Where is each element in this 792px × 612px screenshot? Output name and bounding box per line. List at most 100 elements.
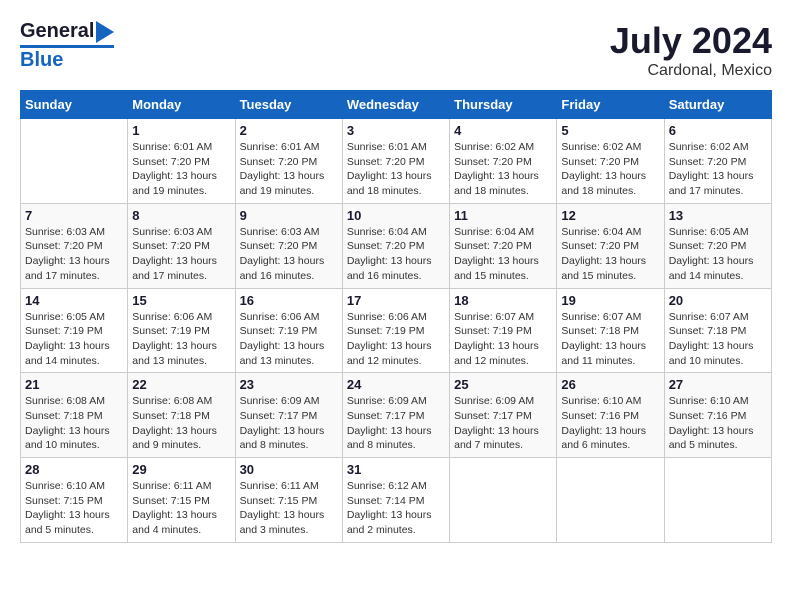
day-number: 8: [132, 208, 230, 223]
day-number: 23: [240, 377, 338, 392]
day-number: 5: [561, 123, 659, 138]
calendar-day-cell: [664, 458, 771, 543]
day-number: 4: [454, 123, 552, 138]
day-info: Sunrise: 6:01 AM Sunset: 7:20 PM Dayligh…: [347, 140, 445, 199]
day-info: Sunrise: 6:02 AM Sunset: 7:20 PM Dayligh…: [454, 140, 552, 199]
day-info: Sunrise: 6:06 AM Sunset: 7:19 PM Dayligh…: [347, 310, 445, 369]
day-info: Sunrise: 6:04 AM Sunset: 7:20 PM Dayligh…: [561, 225, 659, 284]
calendar-day-cell: 6 Sunrise: 6:02 AM Sunset: 7:20 PM Daylig…: [664, 119, 771, 204]
calendar-day-cell: [450, 458, 557, 543]
calendar-day-cell: 29 Sunrise: 6:11 AM Sunset: 7:15 PM Dayli…: [128, 458, 235, 543]
day-number: 24: [347, 377, 445, 392]
calendar-day-cell: 18 Sunrise: 6:07 AM Sunset: 7:19 PM Dayli…: [450, 288, 557, 373]
day-info: Sunrise: 6:04 AM Sunset: 7:20 PM Dayligh…: [347, 225, 445, 284]
day-number: 17: [347, 293, 445, 308]
day-info: Sunrise: 6:01 AM Sunset: 7:20 PM Dayligh…: [132, 140, 230, 199]
page-subtitle: Cardonal, Mexico: [610, 62, 772, 80]
calendar-week-row: 21 Sunrise: 6:08 AM Sunset: 7:18 PM Dayli…: [21, 373, 772, 458]
day-number: 6: [669, 123, 767, 138]
day-number: 2: [240, 123, 338, 138]
header-saturday: Saturday: [664, 91, 771, 119]
day-number: 15: [132, 293, 230, 308]
header-friday: Friday: [557, 91, 664, 119]
calendar-day-cell: 23 Sunrise: 6:09 AM Sunset: 7:17 PM Dayli…: [235, 373, 342, 458]
day-info: Sunrise: 6:04 AM Sunset: 7:20 PM Dayligh…: [454, 225, 552, 284]
page-title: July 2024: [610, 20, 772, 62]
day-info: Sunrise: 6:02 AM Sunset: 7:20 PM Dayligh…: [669, 140, 767, 199]
calendar-day-cell: 14 Sunrise: 6:05 AM Sunset: 7:19 PM Dayli…: [21, 288, 128, 373]
calendar-day-cell: 7 Sunrise: 6:03 AM Sunset: 7:20 PM Daylig…: [21, 203, 128, 288]
day-number: 21: [25, 377, 123, 392]
calendar-day-cell: 21 Sunrise: 6:08 AM Sunset: 7:18 PM Dayli…: [21, 373, 128, 458]
calendar-week-row: 1 Sunrise: 6:01 AM Sunset: 7:20 PM Daylig…: [21, 119, 772, 204]
logo-arrow-icon: [96, 21, 114, 43]
day-info: Sunrise: 6:05 AM Sunset: 7:19 PM Dayligh…: [25, 310, 123, 369]
day-number: 3: [347, 123, 445, 138]
calendar-day-cell: [557, 458, 664, 543]
day-info: Sunrise: 6:08 AM Sunset: 7:18 PM Dayligh…: [132, 394, 230, 453]
logo-general-text: General: [20, 20, 94, 43]
day-number: 28: [25, 462, 123, 477]
calendar-table: Sunday Monday Tuesday Wednesday Thursday…: [20, 90, 772, 543]
day-number: 13: [669, 208, 767, 223]
calendar-day-cell: 4 Sunrise: 6:02 AM Sunset: 7:20 PM Daylig…: [450, 119, 557, 204]
calendar-day-cell: 28Sunrise: 6:10 AM Sunset: 7:15 PM Dayli…: [21, 458, 128, 543]
day-info: Sunrise: 6:12 AM Sunset: 7:14 PM Dayligh…: [347, 479, 445, 538]
calendar-day-cell: 30 Sunrise: 6:11 AM Sunset: 7:15 PM Dayli…: [235, 458, 342, 543]
day-number: 29: [132, 462, 230, 477]
calendar-day-cell: 22Sunrise: 6:08 AM Sunset: 7:18 PM Dayli…: [128, 373, 235, 458]
calendar-day-cell: 25Sunrise: 6:09 AM Sunset: 7:17 PM Dayli…: [450, 373, 557, 458]
day-number: 14: [25, 293, 123, 308]
day-number: 12: [561, 208, 659, 223]
calendar-day-cell: 9 Sunrise: 6:03 AM Sunset: 7:20 PM Daylig…: [235, 203, 342, 288]
day-number: 11: [454, 208, 552, 223]
day-number: 19: [561, 293, 659, 308]
title-block: July 2024 Cardonal, Mexico: [610, 20, 772, 80]
day-info: Sunrise: 6:07 AM Sunset: 7:19 PM Dayligh…: [454, 310, 552, 369]
calendar-day-cell: 15 Sunrise: 6:06 AM Sunset: 7:19 PM Dayli…: [128, 288, 235, 373]
day-info: Sunrise: 6:11 AM Sunset: 7:15 PM Dayligh…: [132, 479, 230, 538]
day-number: 9: [240, 208, 338, 223]
header-tuesday: Tuesday: [235, 91, 342, 119]
header-wednesday: Wednesday: [342, 91, 449, 119]
calendar-day-cell: 10 Sunrise: 6:04 AM Sunset: 7:20 PM Dayli…: [342, 203, 449, 288]
day-info: Sunrise: 6:07 AM Sunset: 7:18 PM Dayligh…: [561, 310, 659, 369]
calendar-week-row: 28Sunrise: 6:10 AM Sunset: 7:15 PM Dayli…: [21, 458, 772, 543]
logo-blue-text: Blue: [20, 45, 114, 72]
day-number: 1: [132, 123, 230, 138]
day-info: Sunrise: 6:03 AM Sunset: 7:20 PM Dayligh…: [240, 225, 338, 284]
calendar-day-cell: 19 Sunrise: 6:07 AM Sunset: 7:18 PM Dayli…: [557, 288, 664, 373]
day-info: Sunrise: 6:10 AM Sunset: 7:16 PM Dayligh…: [669, 394, 767, 453]
day-number: 31: [347, 462, 445, 477]
calendar-day-cell: 16Sunrise: 6:06 AM Sunset: 7:19 PM Dayli…: [235, 288, 342, 373]
day-info: Sunrise: 6:08 AM Sunset: 7:18 PM Dayligh…: [25, 394, 123, 453]
calendar-day-cell: 31 Sunrise: 6:12 AM Sunset: 7:14 PM Dayli…: [342, 458, 449, 543]
day-info: Sunrise: 6:03 AM Sunset: 7:20 PM Dayligh…: [132, 225, 230, 284]
calendar-day-cell: 17 Sunrise: 6:06 AM Sunset: 7:19 PM Dayli…: [342, 288, 449, 373]
calendar-day-cell: 2 Sunrise: 6:01 AM Sunset: 7:20 PM Daylig…: [235, 119, 342, 204]
day-number: 18: [454, 293, 552, 308]
calendar-week-row: 14 Sunrise: 6:05 AM Sunset: 7:19 PM Dayli…: [21, 288, 772, 373]
day-number: 10: [347, 208, 445, 223]
day-info: Sunrise: 6:09 AM Sunset: 7:17 PM Dayligh…: [347, 394, 445, 453]
day-number: 7: [25, 208, 123, 223]
day-number: 16: [240, 293, 338, 308]
calendar-day-cell: 20Sunrise: 6:07 AM Sunset: 7:18 PM Dayli…: [664, 288, 771, 373]
calendar-day-cell: 11 Sunrise: 6:04 AM Sunset: 7:20 PM Dayli…: [450, 203, 557, 288]
day-info: Sunrise: 6:11 AM Sunset: 7:15 PM Dayligh…: [240, 479, 338, 538]
calendar-day-cell: 26Sunrise: 6:10 AM Sunset: 7:16 PM Dayli…: [557, 373, 664, 458]
day-number: 26: [561, 377, 659, 392]
day-number: 30: [240, 462, 338, 477]
day-info: Sunrise: 6:03 AM Sunset: 7:20 PM Dayligh…: [25, 225, 123, 284]
day-info: Sunrise: 6:06 AM Sunset: 7:19 PM Dayligh…: [132, 310, 230, 369]
day-info: Sunrise: 6:01 AM Sunset: 7:20 PM Dayligh…: [240, 140, 338, 199]
header-thursday: Thursday: [450, 91, 557, 119]
calendar-day-cell: 3 Sunrise: 6:01 AM Sunset: 7:20 PM Daylig…: [342, 119, 449, 204]
page-header: General Blue July 2024 Cardonal, Mexico: [20, 20, 772, 80]
calendar-day-cell: 5Sunrise: 6:02 AM Sunset: 7:20 PM Daylig…: [557, 119, 664, 204]
day-info: Sunrise: 6:09 AM Sunset: 7:17 PM Dayligh…: [240, 394, 338, 453]
calendar-header-row: Sunday Monday Tuesday Wednesday Thursday…: [21, 91, 772, 119]
day-info: Sunrise: 6:05 AM Sunset: 7:20 PM Dayligh…: [669, 225, 767, 284]
calendar-day-cell: 24 Sunrise: 6:09 AM Sunset: 7:17 PM Dayli…: [342, 373, 449, 458]
calendar-day-cell: 13 Sunrise: 6:05 AM Sunset: 7:20 PM Dayli…: [664, 203, 771, 288]
